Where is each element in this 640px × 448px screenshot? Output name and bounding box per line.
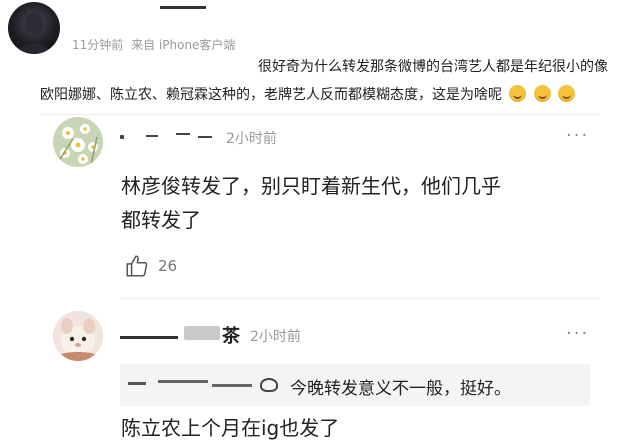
comment1-time: 2小时前 (226, 131, 277, 147)
comment1-like-button[interactable]: 26 (124, 252, 177, 280)
top-comment-line2: 欧阳娜娜、陈立农、赖冠霖这种的，老牌艺人反而都模糊态度，这是为啥呢 (40, 87, 502, 103)
comment1-text-line1: 林彦俊转发了，别只盯着新生代，他们几乎 (121, 174, 501, 198)
laugh-emoji-icon (558, 85, 576, 102)
username-redaction-block (184, 326, 220, 340)
comment1-avatar[interactable] (53, 117, 103, 167)
thumbs-up-icon (124, 253, 150, 279)
comment2-username: 茶 (120, 322, 244, 347)
username-redaction-bar (120, 336, 178, 339)
divider-middle (120, 298, 600, 299)
comment2-time: 2小时前 (250, 329, 301, 345)
comment2-quote-text: 今晚转发意义不一般，挺好。 (290, 379, 511, 399)
laugh-emoji-icon (509, 85, 527, 102)
comment1-text-line2: 都转发了 (121, 208, 201, 232)
quote-redacted-prefix (128, 376, 288, 392)
top-comment-time: 11分钟前 (72, 38, 124, 52)
comment1-more-button[interactable]: ··· (566, 127, 589, 145)
top-comment-line2-wrap: 欧阳娜娜、陈立农、赖冠霖这种的，老牌艺人反而都模糊态度，这是为啥呢 (40, 84, 576, 104)
top-comment-source: 来自 iPhone客户端 (131, 38, 236, 52)
top-username-redacted (160, 6, 206, 9)
comment2-username-partial: 茶 (222, 326, 240, 347)
top-comment-meta: 11分钟前 来自 iPhone客户端 (72, 36, 235, 53)
comment1-username-redacted (120, 133, 220, 141)
comment1-like-count: 26 (158, 257, 178, 275)
top-avatar[interactable] (8, 2, 60, 54)
comment2-more-button[interactable]: ··· (566, 325, 589, 343)
comment2-avatar[interactable] (53, 311, 103, 361)
divider-top (40, 114, 600, 115)
comment2-text: 陈立农上个月在ig也发了 (121, 416, 340, 440)
top-comment-line1: 很好奇为什么转发那条微博的台湾艺人都是年纪很小的像 (258, 59, 608, 75)
comment2-quote-box: 今晚转发意义不一般，挺好。 (120, 364, 590, 406)
laugh-emoji-icon (533, 85, 551, 102)
